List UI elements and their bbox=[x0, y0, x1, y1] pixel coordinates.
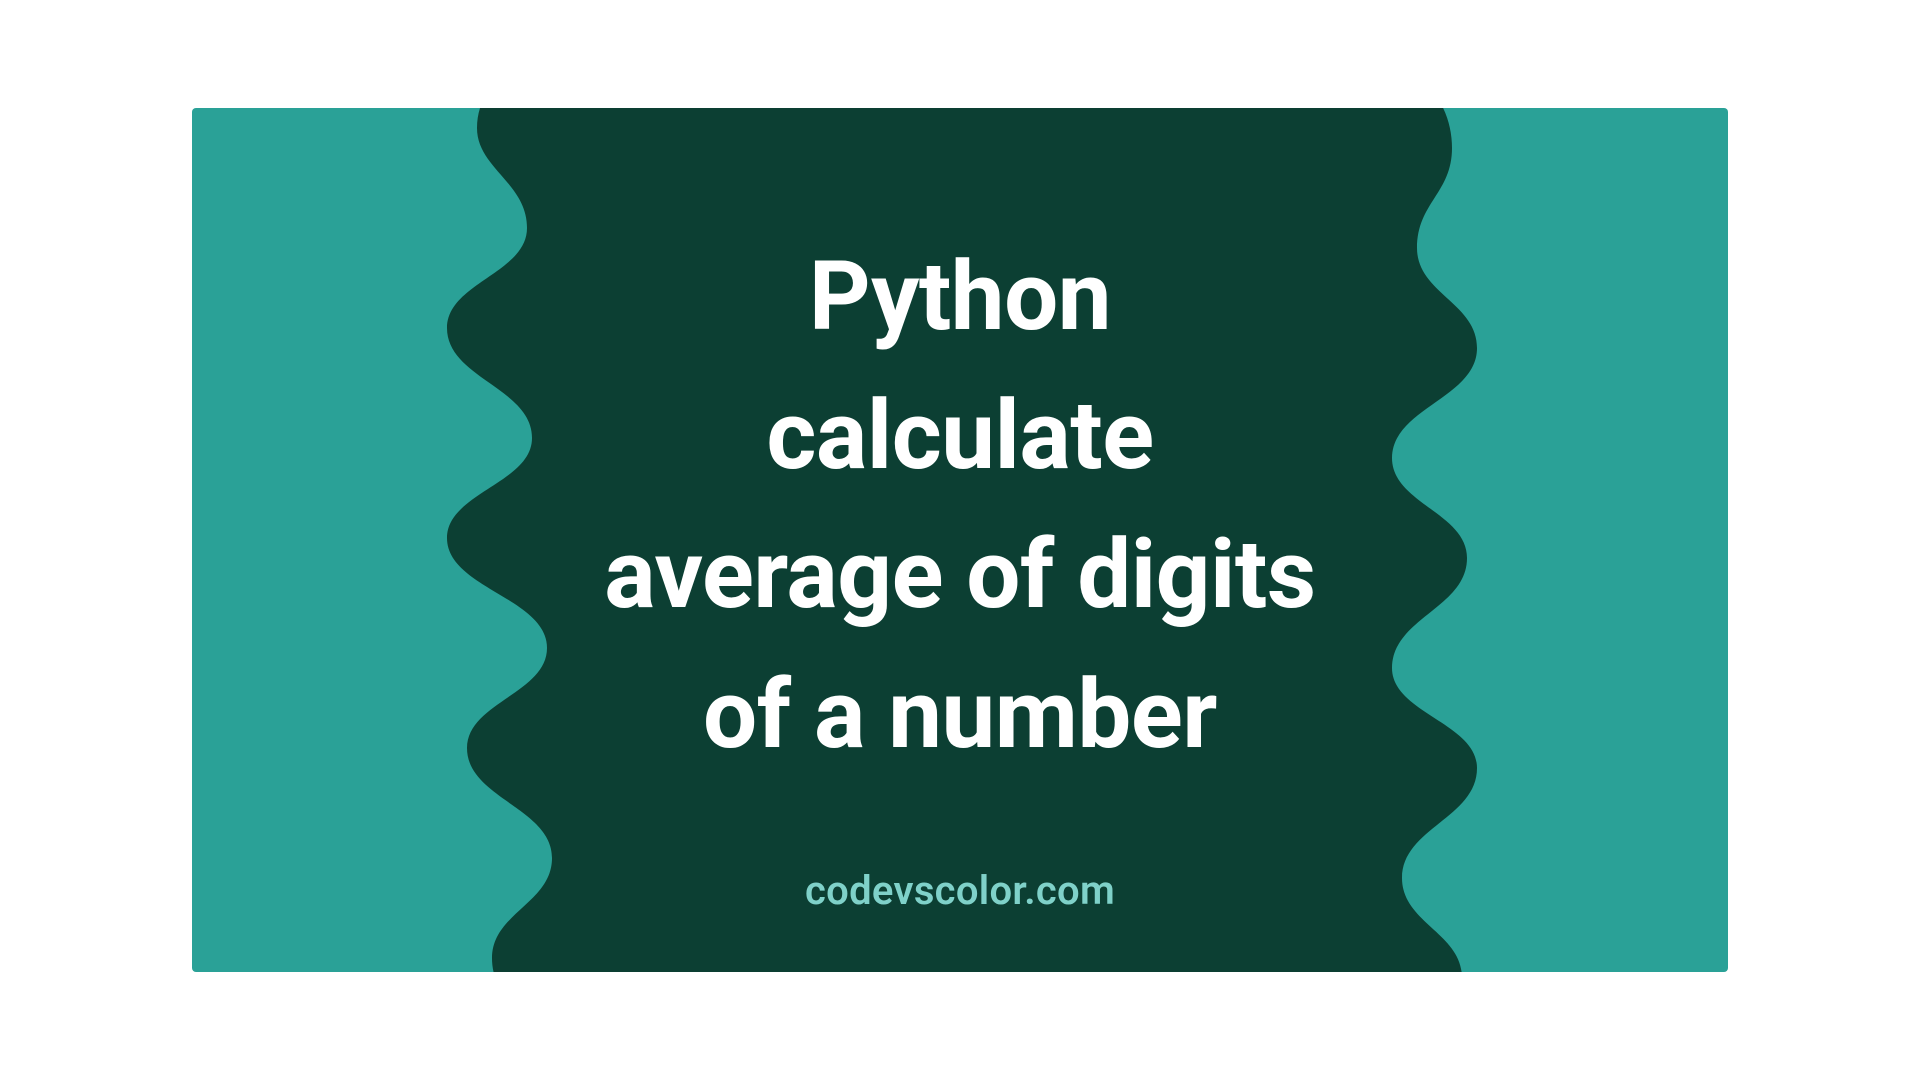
banner-card: Python calculate average of digits of a … bbox=[192, 108, 1728, 972]
site-label: codevscolor.com bbox=[805, 867, 1115, 914]
banner-title: Python calculate average of digits of a … bbox=[604, 228, 1315, 785]
